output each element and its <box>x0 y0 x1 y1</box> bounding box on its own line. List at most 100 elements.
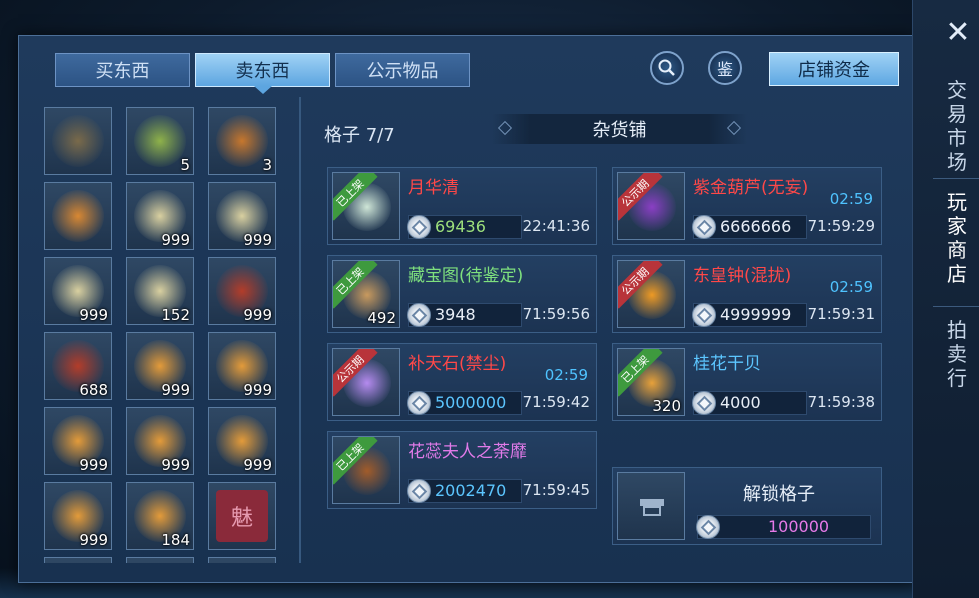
shop-fund-button[interactable]: 店铺资金 <box>769 52 899 86</box>
item-count: 5 <box>180 156 190 174</box>
listing-thumb: 已上架 <box>332 436 400 504</box>
silver-coin-icon <box>407 215 431 239</box>
inventory-slot[interactable]: 999 <box>44 257 112 325</box>
close-icon[interactable]: ✕ <box>943 18 973 48</box>
inventory-slot[interactable]: 3 <box>208 107 276 175</box>
inventory-slot[interactable]: 5 <box>126 107 194 175</box>
inventory-slot[interactable]: 999 <box>208 407 276 475</box>
listing-timer: 71:59:56 <box>522 305 590 323</box>
item-count: 492 <box>367 309 396 327</box>
listing-card[interactable]: 已上架 月华清 69436 22:41:36 <box>327 167 597 245</box>
trade-panel: 买东西 卖东西 公示物品 鉴 店铺资金 5 3 999 999 999 152 999 688 99… <box>18 35 914 583</box>
side-nav-separator <box>933 178 979 179</box>
inventory-slot[interactable]: 999 <box>208 257 276 325</box>
inventory-grid: 5 3 999 999 999 152 999 688 999 999 999 999 999 999 18… <box>38 97 300 563</box>
public-countdown: 02:59 <box>829 278 873 296</box>
listing-name: 补天石(禁尘) <box>408 354 507 374</box>
inventory-slot[interactable]: 999 <box>126 407 194 475</box>
inventory-slot-empty[interactable] <box>126 557 194 563</box>
item-count: 999 <box>243 456 272 474</box>
silver-coin-icon <box>407 479 431 503</box>
listing-price: 4999999 <box>720 305 792 324</box>
item-count: 320 <box>652 397 681 415</box>
listing-price: 2002470 <box>435 481 507 500</box>
item-count: 999 <box>243 231 272 249</box>
listing-thumb: 公示期 <box>617 260 685 328</box>
listing-card[interactable]: 已上架 花蕊夫人之荼靡 2002470 71:59:45 <box>327 431 597 509</box>
inventory-slot[interactable] <box>44 182 112 250</box>
tab-public[interactable]: 公示物品 <box>335 53 470 87</box>
item-count: 999 <box>79 456 108 474</box>
side-nav-item-1[interactable]: 玩家商店 <box>946 190 968 286</box>
listing-card[interactable]: 492 已上架 藏宝图(待鉴定) 3948 71:59:56 <box>327 255 597 333</box>
public-countdown: 02:59 <box>829 190 873 208</box>
listing-card[interactable]: 公示期 补天石(禁尘) 02:59 5000000 71:59:42 <box>327 343 597 421</box>
inventory-slot[interactable]: 999 <box>208 332 276 400</box>
inventory-slot[interactable]: 999 <box>44 482 112 550</box>
shop-name-bar[interactable]: 杂货铺 <box>492 114 747 144</box>
silver-coin-icon <box>407 303 431 327</box>
listing-timer: 71:59:45 <box>522 481 590 499</box>
unlock-price: 100000 <box>768 517 830 536</box>
listing-price: 69436 <box>435 217 486 236</box>
charm-book-icon: 魅 <box>216 490 268 542</box>
listing-name: 桂花干贝 <box>693 354 761 374</box>
inventory-slot[interactable]: 999 <box>44 407 112 475</box>
listing-thumb: 320 已上架 <box>617 348 685 416</box>
listing-price: 6666666 <box>720 217 792 236</box>
inventory-slot[interactable]: 999 <box>126 182 194 250</box>
shop-name: 杂货铺 <box>592 120 647 141</box>
inventory-slot[interactable]: 999 <box>126 332 194 400</box>
ornament-right <box>726 120 742 136</box>
inventory-slot-empty[interactable] <box>44 557 112 563</box>
inventory-slot[interactable]: 688 <box>44 332 112 400</box>
listing-card[interactable]: 公示期 紫金葫芦(无妄) 02:59 6666666 71:59:29 <box>612 167 882 245</box>
magnifier-icon <box>658 59 675 76</box>
item-count: 999 <box>243 381 272 399</box>
side-nav-item-0[interactable]: 交易市场 <box>946 78 968 174</box>
inventory-slot[interactable]: 999 <box>208 182 276 250</box>
price-box: 69436 <box>407 215 522 239</box>
side-nav-item-2[interactable]: 拍卖行 <box>946 318 968 390</box>
listing-thumb: 公示期 <box>332 348 400 416</box>
item-count: 184 <box>161 531 190 549</box>
silver-coin-icon <box>692 303 716 327</box>
listing-card[interactable]: 公示期 东皇钟(混扰) 02:59 4999999 71:59:31 <box>612 255 882 333</box>
unlock-price-box: 100000 <box>696 515 871 539</box>
item-count: 999 <box>161 381 190 399</box>
silver-coin-icon <box>696 515 720 539</box>
silver-coin-icon <box>692 215 716 239</box>
appraise-label: 鉴 <box>716 60 733 79</box>
ornament-left <box>497 120 513 136</box>
listing-timer: 71:59:42 <box>522 393 590 411</box>
bundle-icon <box>52 115 104 167</box>
listing-thumb: 公示期 <box>617 172 685 240</box>
appraise-button[interactable]: 鉴 <box>708 51 742 85</box>
price-box: 4999999 <box>692 303 807 327</box>
item-count: 999 <box>79 306 108 324</box>
price-box: 2002470 <box>407 479 522 503</box>
listing-thumb: 492 已上架 <box>332 260 400 328</box>
inventory-slot[interactable]: 魅 <box>208 482 276 550</box>
price-box: 3948 <box>407 303 522 327</box>
listing-card[interactable]: 320 已上架 桂花干贝 4000 71:59:38 <box>612 343 882 421</box>
inventory-slot[interactable]: 152 <box>126 257 194 325</box>
price-box: 4000 <box>692 391 807 415</box>
unlock-slot-card[interactable]: 解锁格子 100000 <box>612 467 882 545</box>
tab-sell[interactable]: 卖东西 <box>195 53 330 94</box>
listing-price: 4000 <box>720 393 761 412</box>
listing-timer: 71:59:38 <box>807 393 875 411</box>
inventory-slot[interactable]: 184 <box>126 482 194 550</box>
unlock-slot-thumb <box>617 472 685 540</box>
listing-name: 东皇钟(混扰) <box>693 266 792 286</box>
locked-stall-icon <box>628 483 676 531</box>
side-nav: ✕ 交易市场玩家商店拍卖行 <box>912 0 979 598</box>
slot-count: 格子 7/7 <box>324 125 395 146</box>
search-button[interactable] <box>650 51 684 85</box>
inventory-slot[interactable] <box>44 107 112 175</box>
inventory-slot-empty[interactable] <box>208 557 276 563</box>
shop-panel: 格子 7/7 杂货铺 已上架 月华清 69436 22:41:36 公示期 紫金葫芦(无妄… <box>302 97 910 563</box>
listing-name: 月华清 <box>408 178 459 198</box>
listing-name: 紫金葫芦(无妄) <box>693 178 809 198</box>
tab-buy[interactable]: 买东西 <box>55 53 190 87</box>
